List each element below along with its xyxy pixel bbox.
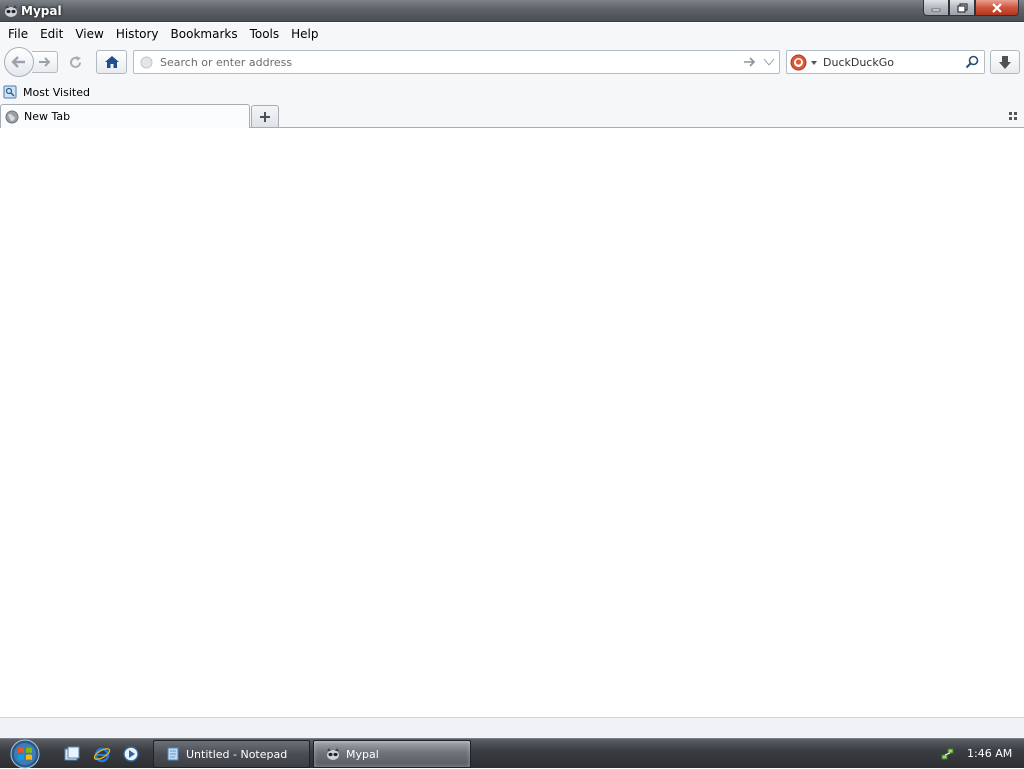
reload-icon: [69, 55, 81, 68]
minimize-icon: [931, 8, 941, 11]
page-identity-icon: [140, 56, 153, 69]
duckduckgo-icon: [790, 54, 807, 71]
download-arrow-icon: [999, 55, 1011, 69]
minimize-button[interactable]: [923, 0, 949, 16]
navigation-toolbar: [0, 45, 1024, 81]
media-player-icon[interactable]: [122, 745, 140, 763]
tab-label: New Tab: [24, 110, 71, 123]
menu-file[interactable]: File: [2, 24, 34, 44]
taskbar-item-notepad[interactable]: Untitled - Notepad: [153, 740, 310, 768]
page-content[interactable]: [0, 128, 1024, 717]
new-tab-button[interactable]: [251, 105, 279, 127]
tab-strip: New Tab: [0, 103, 1024, 128]
bookmark-label: Most Visited: [23, 85, 90, 99]
go-arrow-icon[interactable]: [743, 55, 757, 69]
search-icon[interactable]: [965, 55, 979, 69]
forward-button[interactable]: [32, 51, 58, 73]
restore-button[interactable]: [949, 0, 975, 16]
back-forward-group: [4, 47, 62, 77]
mypal-icon: [327, 748, 339, 760]
search-engine-button[interactable]: [790, 54, 820, 71]
search-input[interactable]: [823, 53, 958, 71]
plus-icon: [260, 111, 270, 122]
menu-edit[interactable]: Edit: [34, 24, 69, 44]
search-bar[interactable]: [786, 50, 985, 74]
chevron-down-icon: [811, 60, 817, 65]
url-history-dropdown-icon[interactable]: [763, 56, 775, 68]
bookmark-most-visited[interactable]: Most Visited: [3, 84, 90, 100]
menu-history[interactable]: History: [110, 24, 165, 44]
menu-view[interactable]: View: [69, 24, 109, 44]
most-visited-icon: [3, 85, 17, 99]
close-icon: [992, 2, 1002, 13]
task-label: Mypal: [346, 747, 379, 761]
reload-button[interactable]: [62, 51, 88, 73]
menu-help[interactable]: Help: [285, 24, 324, 44]
start-button[interactable]: [8, 739, 42, 769]
mypal-icon: [5, 5, 17, 17]
bookmarks-toolbar: Most Visited: [0, 81, 1024, 103]
back-arrow-icon: [11, 56, 25, 68]
forward-arrow-icon: [38, 57, 50, 67]
address-bar[interactable]: [133, 50, 780, 74]
back-button[interactable]: [4, 47, 34, 77]
network-tray-icon[interactable]: [941, 747, 955, 761]
menu-bookmarks[interactable]: Bookmarks: [165, 24, 244, 44]
close-button[interactable]: [975, 0, 1019, 16]
taskbar: Untitled - Notepad Mypal 1:46 AM: [0, 738, 1024, 769]
restore-icon: [956, 2, 968, 13]
menu-tools[interactable]: Tools: [244, 24, 286, 44]
tab-new-tab[interactable]: New Tab: [0, 104, 250, 128]
task-label: Untitled - Notepad: [186, 747, 288, 761]
downloads-button[interactable]: [990, 50, 1020, 74]
title-bar[interactable]: Mypal: [0, 0, 1024, 22]
taskbar-item-mypal[interactable]: Mypal: [313, 740, 471, 768]
list-all-tabs-icon[interactable]: [1006, 110, 1020, 122]
menu-bar: File Edit View History Bookmarks Tools H…: [0, 23, 1024, 45]
globe-icon: [5, 110, 19, 123]
status-bar: [0, 717, 1024, 738]
notepad-icon: [167, 747, 179, 761]
window-title: Mypal: [21, 4, 62, 18]
home-icon: [104, 56, 119, 68]
internet-explorer-icon[interactable]: [93, 745, 111, 763]
url-input[interactable]: [160, 53, 730, 71]
explorer-quicklaunch-icon[interactable]: [63, 745, 81, 763]
system-clock[interactable]: 1:46 AM: [967, 747, 1012, 760]
home-button[interactable]: [96, 50, 127, 74]
